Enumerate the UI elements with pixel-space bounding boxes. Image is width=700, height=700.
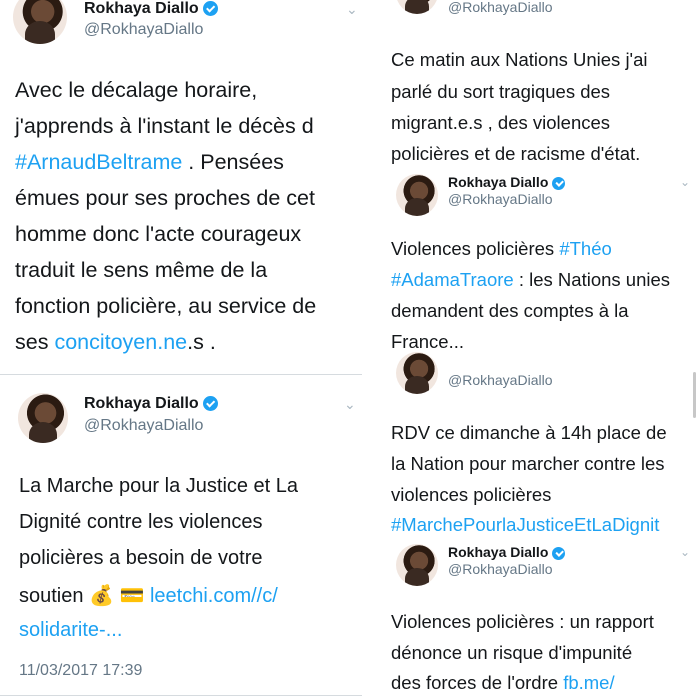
divider [0,374,362,375]
tweet-line: la Nation pour marcher contre les [391,453,665,474]
tweet-header: @RokhayaDiallo [376,0,700,30]
url-link[interactable]: fb.me/ [563,672,614,693]
tweet-line: émues pour ses proches de cet [15,186,315,210]
tweet-line: policières et de racisme d'état. [391,143,641,164]
divider [0,695,362,696]
verified-badge-icon [202,1,218,17]
author-name[interactable]: Rokhaya Diallo [448,174,566,190]
url-link[interactable]: solidarite-... [19,619,122,641]
verified-badge-icon [552,546,566,560]
avatar[interactable] [396,352,438,394]
tweet-line: violences policières [391,484,552,505]
verified-badge-icon [552,176,566,190]
hashtag-link[interactable]: #MarchePourlaJusticeEtLaDignit [391,514,659,535]
chevron-down-icon[interactable]: ⌄ [680,176,690,188]
tweet-line: parlé du sort tragiques des [391,81,611,102]
tweet-line: Ce matin aux Nations Unies j'ai [391,49,648,70]
chevron-down-icon[interactable]: ⌄ [680,546,690,558]
author-handle[interactable]: @RokhayaDiallo [84,21,203,39]
tweet-line: homme donc l'acte courageux [15,222,302,246]
chevron-down-icon[interactable]: ⌄ [346,2,358,16]
tweet-header: @RokhayaDiallo [376,352,700,396]
tweet-line: Avec le décalage horaire, [15,78,258,102]
tweet-line: dénonce un risque d'impunité [391,642,633,663]
tweet-line: soutien 💰 💳 leetchi.com//c/ [19,585,278,607]
author-handle[interactable]: @RokhayaDiallo [448,561,552,577]
avatar[interactable] [13,0,67,44]
tweet-header: Rokhaya Diallo @RokhayaDiallo ⌄ [0,385,362,455]
avatar[interactable] [396,0,438,14]
tweet-line: Dignité contre les violences [19,511,263,533]
scrollbar[interactable] [693,372,696,418]
author-handle[interactable]: @RokhayaDiallo [448,372,552,388]
avatar[interactable] [18,393,68,443]
hashtag-link[interactable]: #ArnaudBeltrame [15,150,182,174]
author-handle[interactable]: @RokhayaDiallo [84,417,203,435]
hashtag-link[interactable]: #Théo [559,238,611,259]
chevron-down-icon[interactable]: ⌄ [344,397,356,411]
tweet-line: solidarite-... [19,619,122,642]
avatar[interactable] [396,174,438,216]
tweet-header: Rokhaya Diallo @RokhayaDiallo ⌄ [376,542,700,586]
tweet-line: des forces de l'ordre fb.me/ [391,672,615,693]
author-name[interactable]: Rokhaya Diallo [448,544,566,560]
tweet-header: Rokhaya Diallo @RokhayaDiallo ⌄ [376,172,700,216]
tweet-line: #MarchePourlaJusticeEtLaDignit [391,514,659,536]
tweet-line: La Marche pour la Justice et La [19,475,299,497]
tweet-line: traduit le sens même de la [15,258,268,282]
tweet-timestamp[interactable]: 11/03/2017 17:39 [19,662,142,680]
tweet-line: fonction policière, au service de [15,294,317,318]
tweet-line: Violences policières #Théo [391,238,612,259]
hashtag-link[interactable]: #AdamaTraore [391,269,514,290]
right-screenshot-panel: @RokhayaDiallo Ce matin aux Nations Unie… [376,0,700,700]
verified-badge-icon [202,396,218,412]
author-name[interactable]: Rokhaya Diallo [84,395,218,413]
tweet-line: #AdamaTraore : les Nations unies [391,269,671,290]
tweet-line: policières a besoin de votre [19,547,263,569]
url-link[interactable]: leetchi.com//c/ [150,585,278,607]
tweet-line: RDV ce dimanche à 14h place de [391,422,667,443]
tweet-line: Violences policières : un rapport [391,611,654,632]
tweet-line: France... [391,331,464,352]
tweet-header: Rokhaya Diallo @RokhayaDiallo ⌄ [0,0,362,60]
left-screenshot-panel: Rokhaya Diallo @RokhayaDiallo ⌄ Avec le … [0,0,362,700]
tweet-line: #ArnaudBeltrame . Pensées [15,150,284,174]
tweet-line: migrant.e.s , des violences [391,112,611,133]
tweet-line: j'apprends à l'instant le décès d [15,114,314,138]
tweet-line: ses concitoyen.ne.s . [15,330,216,354]
author-name[interactable]: Rokhaya Diallo [84,0,218,18]
author-handle[interactable]: @RokhayaDiallo [448,191,552,207]
avatar[interactable] [396,544,438,586]
tweet-line: demandent des comptes à la [391,300,629,321]
url-link[interactable]: concitoyen.ne [54,330,187,354]
author-handle[interactable]: @RokhayaDiallo [448,0,552,15]
